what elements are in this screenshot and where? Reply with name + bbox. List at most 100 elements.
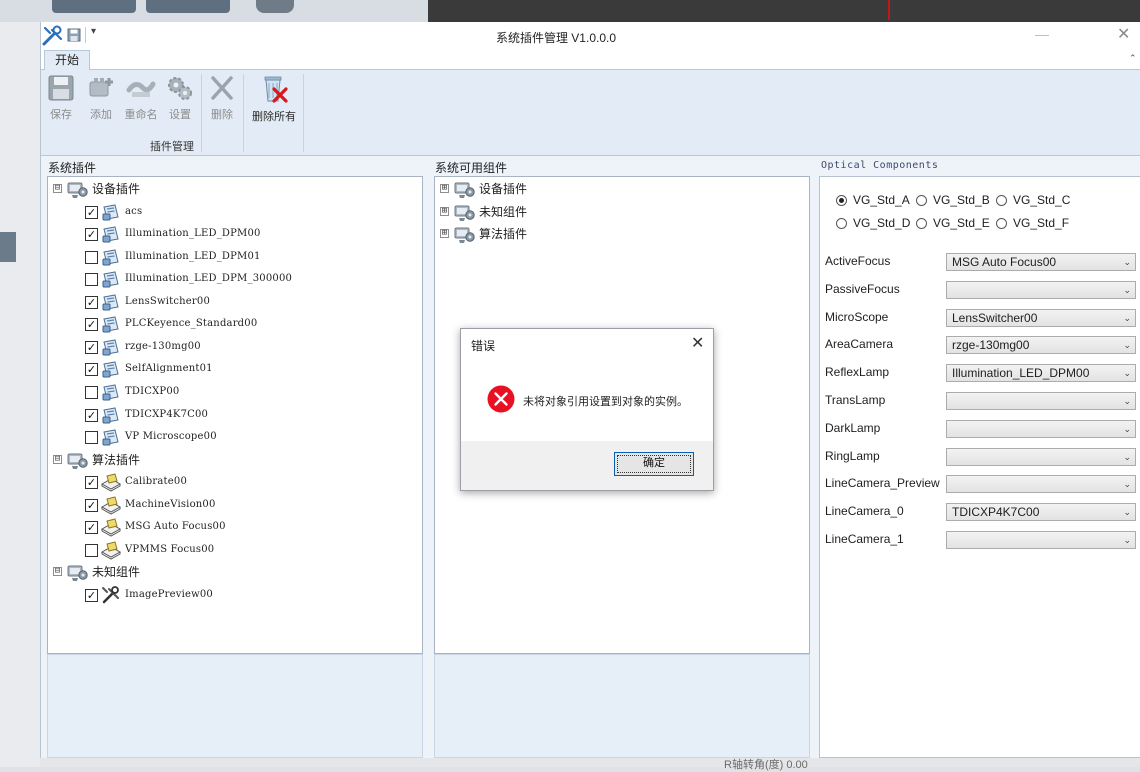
close-button[interactable]: ✕ — [1117, 24, 1130, 44]
plugin-tree-item[interactable]: ✓ LensSwitcher00 — [48, 291, 418, 313]
tab-start[interactable]: 开始 — [44, 50, 90, 71]
plugin-tree-item[interactable]: VPMMS Focus00 — [48, 539, 418, 561]
error-dialog-footer: 确定 — [461, 441, 713, 490]
plugin-tree-item[interactable]: ✓ MachineVision00 — [48, 494, 418, 516]
radio-indicator[interactable] — [836, 195, 847, 206]
save-button[interactable]: 保存 — [46, 74, 76, 124]
plugin-checkbox[interactable]: ✓ — [85, 340, 98, 354]
available-group-row[interactable]: ⊞ 未知组件 — [435, 201, 805, 223]
background-status-text: R轴转角(度) 0.00 — [724, 759, 808, 771]
plugin-name: rzge-130mg00 — [125, 340, 201, 352]
plugin-tree-item[interactable]: Illumination_LED_DPM01 — [48, 246, 418, 268]
plugin-tree-item[interactable]: TDICXP00 — [48, 381, 418, 403]
plugin-checkbox[interactable]: ✓ — [85, 318, 98, 332]
algorithm-plugin-icon — [100, 495, 122, 515]
collapse-toggle-icon[interactable]: ⊟ — [53, 567, 62, 577]
expand-toggle-icon[interactable]: ⊞ — [440, 229, 449, 238]
settings-button[interactable]: 设置 — [165, 74, 195, 124]
component-select[interactable]: ⌄ — [946, 447, 1136, 466]
collapse-toggle-icon[interactable]: ⊟ — [53, 454, 62, 464]
expand-toggle-icon[interactable]: ⊞ — [440, 184, 449, 193]
component-select[interactable]: ⌄ — [946, 531, 1136, 549]
vg-std-radio[interactable]: VG_Std_C — [996, 193, 1070, 207]
device-plugin-icon — [101, 405, 121, 425]
plugin-checkbox[interactable] — [85, 385, 98, 399]
plugin-tree-item[interactable]: ✓ acs — [48, 201, 418, 223]
component-select[interactable]: MSG Auto Focus00 ⌄ — [946, 253, 1136, 271]
error-dialog-close-button[interactable]: ✕ — [691, 333, 704, 353]
plugin-checkbox[interactable] — [85, 273, 98, 287]
plugin-tree-item[interactable]: ✓ SelfAlignment01 — [48, 358, 418, 380]
vg-std-radio[interactable]: VG_Std_B — [916, 193, 990, 207]
plugin-tree-item[interactable]: ✓ Calibrate00 — [48, 471, 418, 493]
floppy-icon — [48, 75, 74, 101]
system-plugins-tree[interactable]: ⊟ 设备插件 ✓ acs ✓ Illumination_LED_DPM00 Illumina… — [47, 176, 423, 654]
plugin-tree-item[interactable]: ✓ PLCKeyence_Standard00 — [48, 313, 418, 335]
plugin-checkbox[interactable]: ✓ — [85, 498, 98, 512]
minimize-button[interactable]: — — [1035, 26, 1049, 42]
plugin-checkbox[interactable]: ✓ — [85, 205, 98, 219]
background-side-tab — [0, 232, 16, 262]
component-select[interactable]: rzge-130mg00 ⌄ — [946, 336, 1136, 355]
component-select[interactable]: ⌄ — [946, 392, 1136, 410]
tree-group-row[interactable]: ⊟ 未知组件 — [48, 561, 418, 583]
vg-std-radio[interactable]: VG_Std_E — [916, 216, 990, 230]
system-plugins-title: 系统插件 — [48, 161, 97, 175]
radio-indicator[interactable] — [996, 218, 1007, 229]
radio-indicator[interactable] — [836, 218, 847, 229]
plugin-checkbox[interactable]: ✓ — [85, 588, 98, 602]
delete-button[interactable]: 删除 — [207, 74, 237, 124]
radio-indicator[interactable] — [996, 195, 1007, 206]
component-select[interactable]: ⌄ — [946, 475, 1136, 494]
component-select[interactable]: LensSwitcher00 ⌄ — [946, 308, 1136, 327]
add-button[interactable]: 添加 — [85, 74, 117, 124]
delete-all-button[interactable]: 删除所有 — [249, 74, 299, 124]
plugin-checkbox[interactable] — [85, 250, 98, 264]
component-property-label: LineCamera_Preview — [825, 476, 940, 491]
tree-group-row[interactable]: ⊟ 设备插件 — [48, 178, 418, 200]
plugin-checkbox[interactable]: ✓ — [85, 476, 98, 490]
ok-button[interactable]: 确定 — [614, 452, 694, 476]
radio-indicator[interactable] — [916, 195, 927, 206]
plugin-checkbox[interactable]: ✓ — [85, 295, 98, 309]
vg-std-radio[interactable]: VG_Std_F — [996, 216, 1069, 230]
tool-component-icon — [101, 585, 121, 605]
component-select[interactable]: TDICXP4K7C00 ⌄ — [946, 503, 1136, 522]
plugin-checkbox[interactable] — [85, 543, 98, 557]
component-select[interactable]: ⌄ — [946, 280, 1136, 299]
vg-std-radio[interactable]: VG_Std_D — [836, 216, 910, 230]
plugin-tree-item[interactable]: ✓ Illumination_LED_DPM00 — [48, 223, 418, 245]
plugin-tree-item[interactable]: ✓ ImagePreview00 — [48, 584, 418, 606]
component-property-label: TransLamp — [825, 393, 886, 407]
plugin-tree-item[interactable]: VP Microscope00 — [48, 426, 418, 448]
tree-group-label: 未知组件 — [92, 565, 141, 580]
plugin-checkbox[interactable]: ✓ — [85, 363, 98, 377]
ribbon-collapse-icon[interactable]: ⌃ — [1129, 53, 1137, 64]
radio-indicator[interactable] — [916, 218, 927, 229]
collapse-toggle-icon[interactable]: ⊟ — [53, 184, 62, 193]
recycle-bin-delete-icon — [264, 76, 288, 103]
plugin-checkbox[interactable] — [85, 431, 98, 445]
plugin-tree-item[interactable]: ✓ TDICXP4K7C00 — [48, 404, 418, 426]
chevron-down-icon: ⌄ — [1123, 284, 1131, 295]
available-group-row[interactable]: ⊞ 设备插件 — [435, 178, 805, 200]
plugin-checkbox[interactable]: ✓ — [85, 521, 98, 535]
rename-button[interactable]: 重命名 — [121, 74, 161, 124]
component-select[interactable]: Illumination_LED_DPM00 ⌄ — [946, 364, 1136, 383]
plugin-checkbox[interactable]: ✓ — [85, 228, 98, 242]
plugin-name: ImagePreview00 — [125, 588, 213, 600]
background-status-strip — [40, 758, 1140, 767]
plugin-tree-item[interactable]: ✓ MSG Auto Focus00 — [48, 516, 418, 538]
plugin-tree-item[interactable]: ✓ rzge-130mg00 — [48, 336, 418, 358]
device-plugin-icon — [101, 247, 121, 267]
plugin-tree-item[interactable]: Illumination_LED_DPM_300000 — [48, 268, 418, 290]
plugin-name: MSG Auto Focus00 — [125, 521, 226, 533]
expand-toggle-icon[interactable]: ⊞ — [440, 206, 449, 216]
available-group-row[interactable]: ⊞ 算法插件 — [435, 223, 805, 245]
tree-group-row[interactable]: ⊟ 算法插件 — [48, 449, 418, 471]
device-plugin-icon — [101, 314, 121, 334]
plugin-checkbox[interactable]: ✓ — [85, 408, 98, 422]
radio-label: VG_Std_D — [853, 216, 911, 230]
component-select[interactable]: ⌄ — [946, 419, 1136, 438]
vg-std-radio[interactable]: VG_Std_A — [836, 193, 910, 207]
